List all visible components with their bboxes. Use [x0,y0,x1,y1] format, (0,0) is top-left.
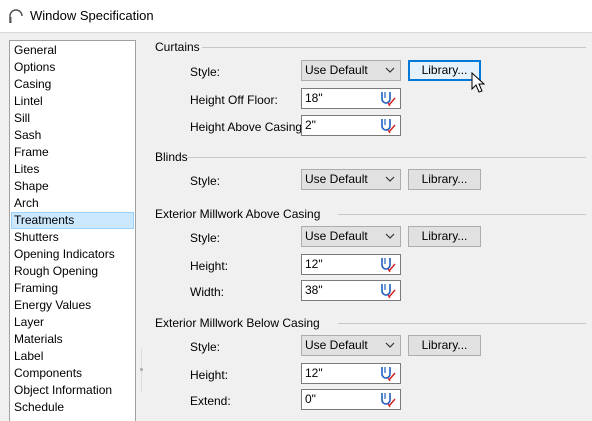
category-list[interactable]: General Options Casing Lintel Sill Sash Frame L… [9,40,136,421]
chevron-down-icon [385,67,395,73]
title-separator [0,32,592,33]
nav-item[interactable]: Materials [11,331,134,348]
blinds-group-divider [188,157,586,158]
millwork-below-style-label: Style: [190,340,221,354]
nav-item[interactable]: Sash [11,127,134,144]
blinds-style-value: Use Default [305,172,368,186]
blinds-group-label: Blinds [155,150,188,164]
millwork-above-height-label: Height: [190,259,229,273]
chevron-down-icon [385,176,395,182]
millwork-above-width-field[interactable]: 38" [301,280,401,301]
curtains-height-above-casing-field[interactable]: 2" [301,115,401,136]
curtains-height-off-floor-field[interactable]: 18" [301,88,401,109]
millwork-below-extend-field[interactable]: 0" [301,389,401,410]
millwork-above-style-value: Use Default [305,229,368,243]
dimension-edit-icon[interactable] [379,90,397,107]
nav-item[interactable]: Framing [11,280,134,297]
millwork-below-group-label: Exterior Millwork Below Casing [155,316,320,330]
nav-item[interactable]: Object Information [11,382,134,399]
mouse-pointer-icon [471,72,485,93]
millwork-below-library-button[interactable]: Library... [408,335,481,356]
nav-item[interactable]: Energy Values [11,297,134,314]
nav-item[interactable]: Frame [11,144,134,161]
nav-item[interactable]: Arch [11,195,134,212]
chevron-down-icon [385,342,395,348]
splitter-grip[interactable] [140,368,143,371]
millwork-above-width-label: Width: [190,285,225,299]
curtains-style-label: Style: [190,65,221,79]
dimension-edit-icon[interactable] [379,256,397,273]
nav-item[interactable]: Shutters [11,229,134,246]
millwork-below-extend-label: Extend: [190,394,231,408]
millwork-above-group-divider [338,214,586,215]
window-title: Window Specification [30,8,154,23]
blinds-style-label: Style: [190,174,221,188]
nav-item[interactable]: Lintel [11,93,134,110]
millwork-above-group-label: Exterior Millwork Above Casing [155,207,321,221]
blinds-library-button[interactable]: Library... [408,169,481,190]
curtains-group-label: Curtains [155,40,200,54]
nav-item[interactable]: Schedule [11,399,134,416]
millwork-above-height-field[interactable]: 12" [301,254,401,275]
nav-item[interactable]: Options [11,59,134,76]
millwork-below-style-select[interactable]: Use Default [301,335,401,356]
curtains-height-above-casing-value: 2" [305,118,316,132]
nav-item[interactable]: General [11,42,134,59]
dimension-edit-icon[interactable] [379,117,397,134]
millwork-below-height-label: Height: [190,368,229,382]
title-bar: Window Specification [0,0,592,32]
curtains-group-divider [202,47,586,48]
dimension-edit-icon[interactable] [379,365,397,382]
curtains-style-value: Use Default [305,63,368,77]
nav-item[interactable]: Casing [11,76,134,93]
nav-item[interactable]: Layer [11,314,134,331]
nav-item[interactable]: Treatments [11,212,134,229]
millwork-above-height-value: 12" [305,257,323,271]
curtains-style-select[interactable]: Use Default [301,60,401,81]
nav-item[interactable]: Sill [11,110,134,127]
millwork-below-style-value: Use Default [305,338,368,352]
millwork-below-height-value: 12" [305,366,323,380]
nav-item[interactable]: Components [11,365,134,382]
millwork-below-group-divider [338,323,586,324]
window-arch-icon [9,9,23,23]
millwork-below-height-field[interactable]: 12" [301,363,401,384]
chevron-down-icon [385,233,395,239]
curtains-height-off-floor-label: Height Off Floor: [190,93,278,107]
dimension-edit-icon[interactable] [379,282,397,299]
millwork-above-style-select[interactable]: Use Default [301,226,401,247]
dimension-edit-icon[interactable] [379,391,397,408]
nav-item[interactable]: Opening Indicators [11,246,134,263]
millwork-above-library-button[interactable]: Library... [408,226,481,247]
millwork-below-extend-value: 0" [305,392,316,406]
curtains-height-above-casing-label: Height Above Casing: [190,120,306,134]
millwork-above-style-label: Style: [190,231,221,245]
curtains-height-off-floor-value: 18" [305,91,323,105]
nav-item[interactable]: Label [11,348,134,365]
nav-item[interactable]: Rough Opening [11,263,134,280]
blinds-style-select[interactable]: Use Default [301,169,401,190]
nav-item[interactable]: Lites [11,161,134,178]
nav-item[interactable]: Shape [11,178,134,195]
millwork-above-width-value: 38" [305,283,323,297]
